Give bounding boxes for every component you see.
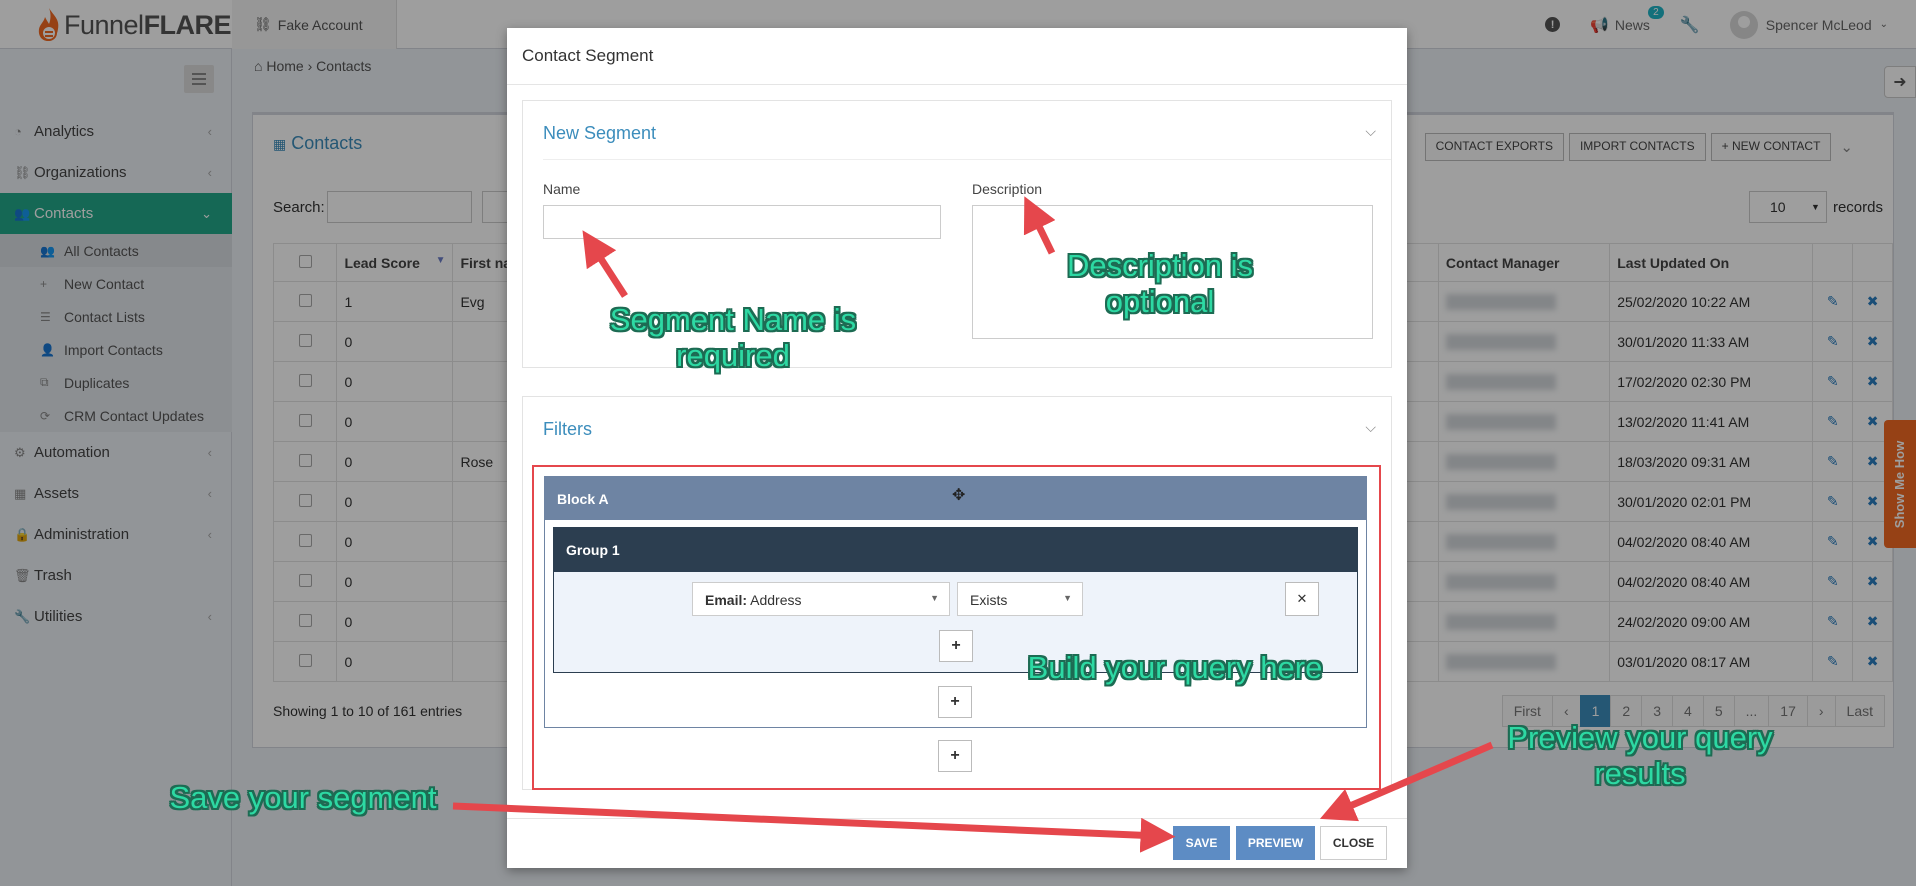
plus-icon: + (950, 693, 960, 710)
field-category: Email: (705, 592, 748, 608)
plus-icon: + (950, 747, 960, 764)
annotation-line: optional (1105, 284, 1215, 319)
annotation-line: Description is (1066, 248, 1254, 283)
annotation-preview: Preview your query results (1495, 720, 1785, 792)
query-block: Block A ✥ Group 1 Email: Address ▼ Exist… (544, 476, 1367, 728)
modal-title: Contact Segment (507, 28, 1407, 85)
save-button[interactable]: SAVE (1173, 826, 1230, 860)
description-label: Description (972, 181, 1043, 197)
caret-down-icon: ▼ (930, 593, 939, 603)
add-group-button[interactable]: + (938, 686, 972, 718)
chevron-down-icon[interactable]: ⌵ (1365, 123, 1376, 140)
caret-down-icon: ▼ (1063, 593, 1072, 603)
group-label: Group 1 (566, 542, 620, 558)
filters-title[interactable]: Filters (543, 419, 592, 440)
chevron-down-icon[interactable]: ⌵ (1365, 419, 1376, 436)
block-header[interactable]: Block A ✥ (545, 477, 1366, 520)
annotation-description-optional: Description is optional (1040, 248, 1280, 320)
field-select[interactable]: Email: Address ▼ (692, 582, 950, 616)
operator-value: Exists (970, 592, 1008, 608)
annotation-name-required: Segment Name is required (598, 302, 868, 374)
annotation-build-query: Build your query here (1027, 650, 1323, 685)
contact-segment-modal: Contact Segment New Segment ⌵ Name Descr… (507, 28, 1407, 868)
annotation-save-segment: Save your segment (169, 780, 437, 815)
remove-rule-button[interactable]: ✕ (1285, 582, 1319, 616)
preview-button[interactable]: PREVIEW (1236, 826, 1315, 860)
annotation-line: Preview your query (1507, 720, 1773, 755)
move-icon[interactable]: ✥ (952, 485, 965, 505)
close-button[interactable]: CLOSE (1320, 826, 1387, 860)
field-name: Address (750, 592, 802, 608)
name-label: Name (543, 181, 581, 197)
operator-select[interactable]: Exists ▼ (957, 582, 1083, 616)
annotation-line: Segment Name is (609, 302, 857, 337)
group-header[interactable]: Group 1 (554, 528, 1357, 572)
block-label: Block A (557, 491, 609, 507)
add-block-button[interactable]: + (938, 740, 972, 772)
annotation-line: required (676, 338, 790, 373)
plus-icon: + (951, 637, 961, 654)
annotation-line: results (1594, 756, 1686, 791)
close-icon: ✕ (1296, 591, 1308, 606)
new-segment-title[interactable]: New Segment (543, 123, 656, 144)
add-rule-button[interactable]: + (939, 630, 973, 662)
segment-name-input[interactable] (543, 205, 941, 239)
